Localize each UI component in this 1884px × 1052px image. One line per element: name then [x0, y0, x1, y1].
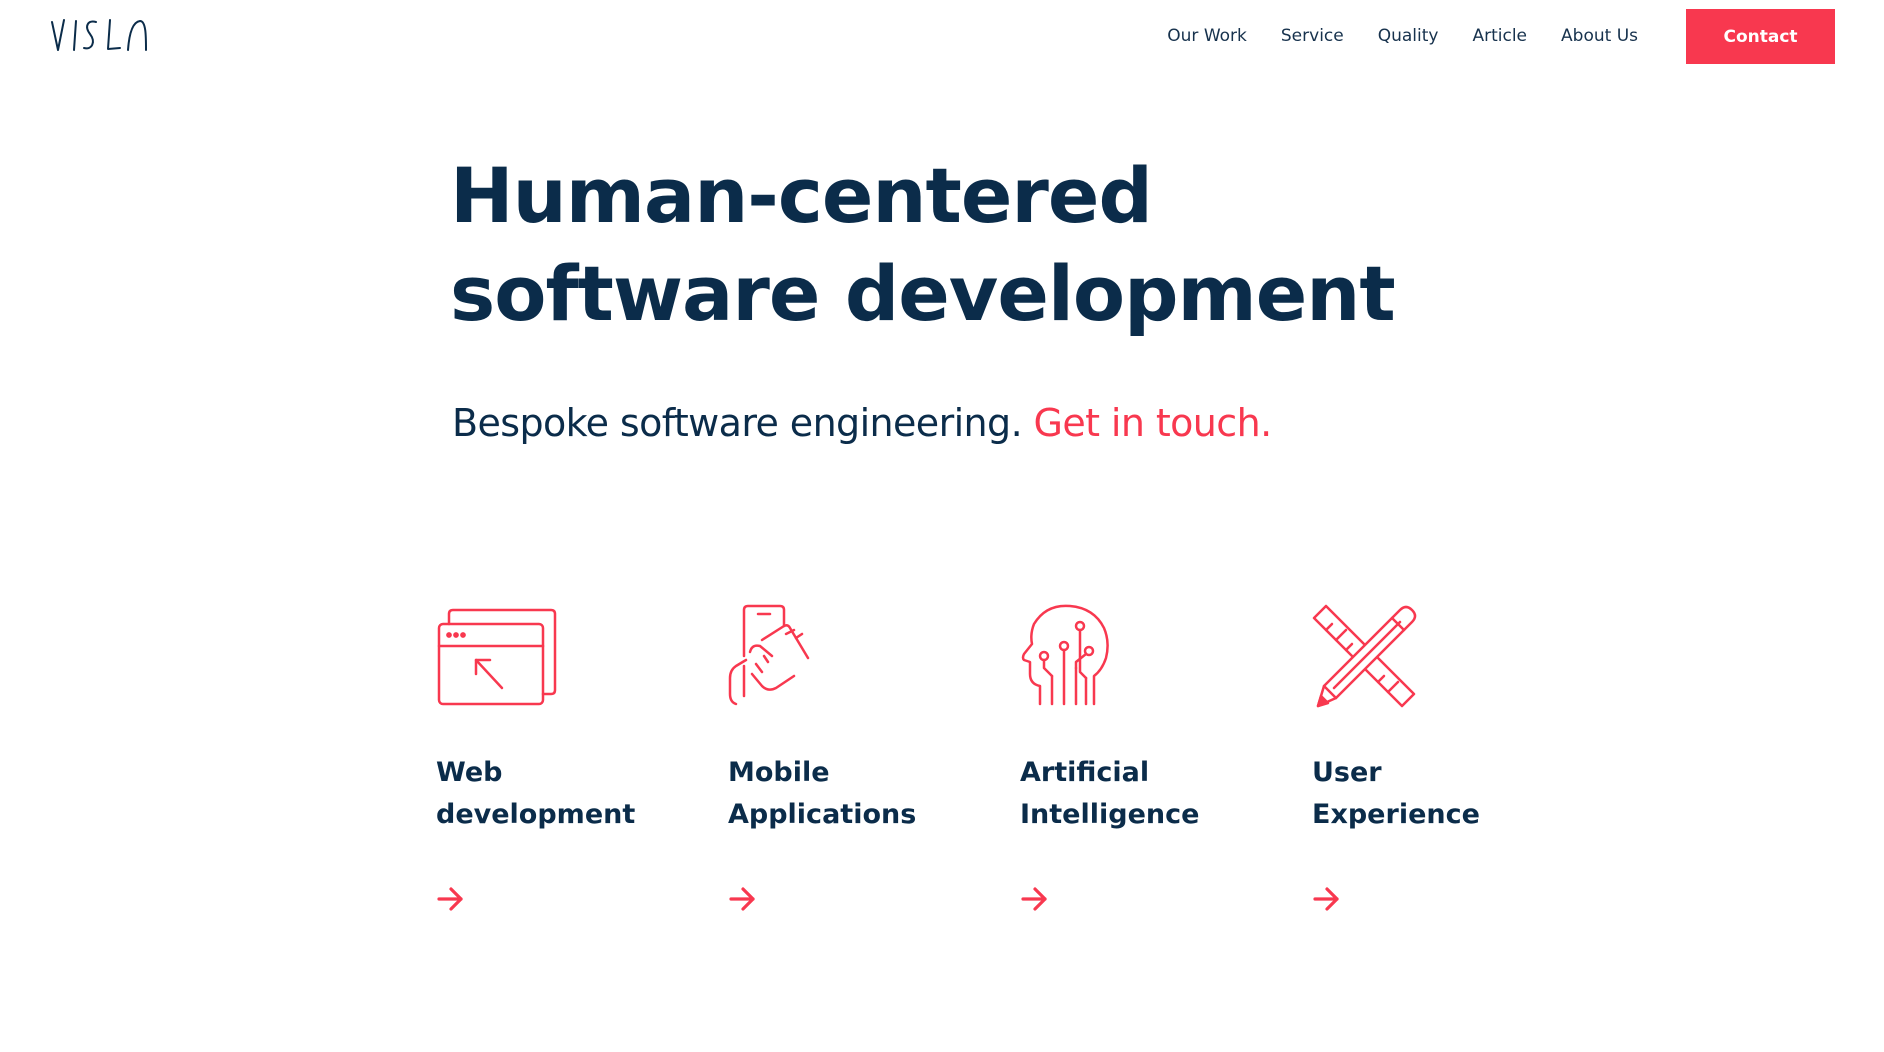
contact-button[interactable]: Contact: [1686, 9, 1835, 64]
service-title-mobile-applications: Mobile Applications: [728, 752, 968, 836]
nav-quality[interactable]: Quality: [1378, 24, 1439, 48]
service-title-line-2: Experience: [1312, 799, 1480, 830]
hero-title-line-2: software development: [450, 249, 1396, 338]
hero-title-line-1: Human-centered: [450, 151, 1153, 240]
get-in-touch-link[interactable]: Get in touch.: [1034, 401, 1273, 445]
nav-about-us[interactable]: About Us: [1561, 24, 1638, 48]
services-section: Web development Mobile Applications Arti…: [436, 604, 1636, 934]
nav-our-work[interactable]: Our Work: [1167, 24, 1247, 48]
service-title-line-2: development: [436, 799, 636, 830]
main-nav: Our Work Service Quality Article About U…: [1167, 24, 1638, 48]
browser-cursor-icon: [437, 608, 557, 706]
site-header: Our Work Service Quality Article About U…: [0, 0, 1884, 72]
arrow-right-icon[interactable]: [1020, 884, 1050, 914]
service-card-mobile-applications[interactable]: Mobile Applications: [728, 604, 988, 934]
service-card-user-experience[interactable]: User Experience: [1312, 604, 1572, 934]
service-card-artificial-intelligence[interactable]: Artificial Intelligence: [1020, 604, 1280, 934]
service-title-line-2: Intelligence: [1020, 799, 1200, 830]
arrow-right-icon[interactable]: [1312, 884, 1342, 914]
service-title-line-2: Applications: [728, 799, 917, 830]
nav-article[interactable]: Article: [1472, 24, 1527, 48]
arrow-right-icon[interactable]: [728, 884, 758, 914]
circuit-head-icon: [1021, 604, 1109, 706]
nav-service[interactable]: Service: [1281, 24, 1344, 48]
service-title-user-experience: User Experience: [1312, 752, 1552, 836]
service-title-line-1: Web: [436, 757, 503, 788]
service-title-web-development: Web development: [436, 752, 676, 836]
phone-touch-icon: [728, 604, 810, 706]
hero-subtitle-text: Bespoke software engineering.: [452, 401, 1023, 445]
visla-logo[interactable]: [50, 12, 150, 56]
pencil-ruler-icon: [1312, 604, 1417, 708]
service-title-line-1: User: [1312, 757, 1382, 788]
service-title-line-1: Artificial: [1020, 757, 1150, 788]
arrow-right-icon[interactable]: [436, 884, 466, 914]
service-title-artificial-intelligence: Artificial Intelligence: [1020, 752, 1260, 836]
hero-title: Human-centered software development: [450, 147, 1450, 343]
hero-subtitle: Bespoke software engineering. Get in tou…: [452, 398, 1272, 448]
service-card-web-development[interactable]: Web development: [436, 604, 696, 934]
service-title-line-1: Mobile: [728, 757, 830, 788]
